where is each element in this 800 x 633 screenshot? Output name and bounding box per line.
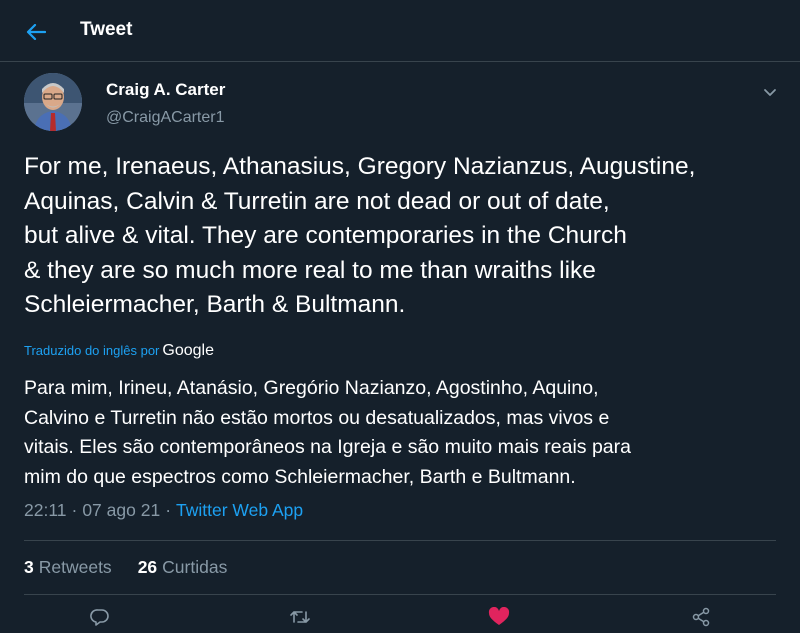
arrow-left-icon[interactable] — [22, 18, 50, 46]
avatar[interactable] — [24, 73, 82, 131]
tweet-text: For me, Irenaeus, Athanasius, Gregory Na… — [24, 150, 794, 323]
tweet-date: 07 ago 21 — [82, 500, 161, 520]
translation-label: Traduzido do inglês por — [24, 343, 160, 358]
share-icon[interactable] — [688, 604, 714, 630]
likes-label: Curtidas — [162, 557, 228, 577]
heart-icon[interactable] — [486, 604, 512, 630]
divider — [24, 594, 776, 595]
chevron-down-icon[interactable] — [758, 82, 782, 102]
translation-line: Calvino e Turretin não estão mortos ou d… — [24, 406, 610, 429]
translation-line: Para mim, Irineu, Atanásio, Gregório Naz… — [24, 377, 599, 399]
retweet-icon[interactable] — [287, 604, 313, 630]
divider — [24, 540, 776, 541]
page-title: Tweet — [80, 19, 133, 40]
action-bar — [0, 604, 800, 633]
tweet-line: but alive & vital. They are contemporari… — [24, 222, 627, 249]
translation-line: vitais. Eles são contemporâneos na Igrej… — [24, 436, 631, 458]
tweet-meta: 22:11 · 07 ago 21 · Twitter Web App — [24, 500, 303, 521]
translated-text: Para mim, Irineu, Atanásio, Gregório Naz… — [24, 374, 794, 492]
tweet-line: & they are so much more real to me than … — [24, 256, 596, 284]
tweet-line: Schleiermacher, Barth & Bultmann. — [24, 291, 406, 318]
author-name[interactable]: Craig A. Carter — [106, 80, 225, 100]
retweets-stat[interactable]: 3 Retweets — [24, 557, 112, 578]
likes-stat[interactable]: 26 Curtidas — [138, 557, 228, 578]
reply-icon[interactable] — [87, 604, 113, 630]
translation-line: mim do que espectros como Schleiermacher… — [24, 465, 576, 488]
tweet-time: 22:11 — [24, 500, 67, 520]
likes-count: 26 — [137, 557, 158, 577]
retweets-label: Retweets — [38, 557, 112, 577]
author-handle[interactable]: @CraigACarter1 — [106, 109, 225, 127]
meta-separator: · — [165, 500, 172, 520]
google-logo: Google — [162, 342, 214, 359]
translation-attribution[interactable]: Traduzido do inglês por Google — [24, 342, 214, 360]
meta-separator: · — [71, 500, 78, 520]
tweet-stats: 3 Retweets 26 Curtidas — [24, 557, 253, 578]
source-app-link[interactable]: Twitter Web App — [176, 500, 303, 521]
top-bar: Tweet — [0, 0, 800, 62]
tweet-line: For me, Irenaeus, Athanasius, Gregory Na… — [24, 153, 696, 180]
retweets-count: 3 — [24, 557, 34, 577]
tweet-line: Aquinas, Calvin & Turretin are not dead … — [24, 187, 610, 215]
